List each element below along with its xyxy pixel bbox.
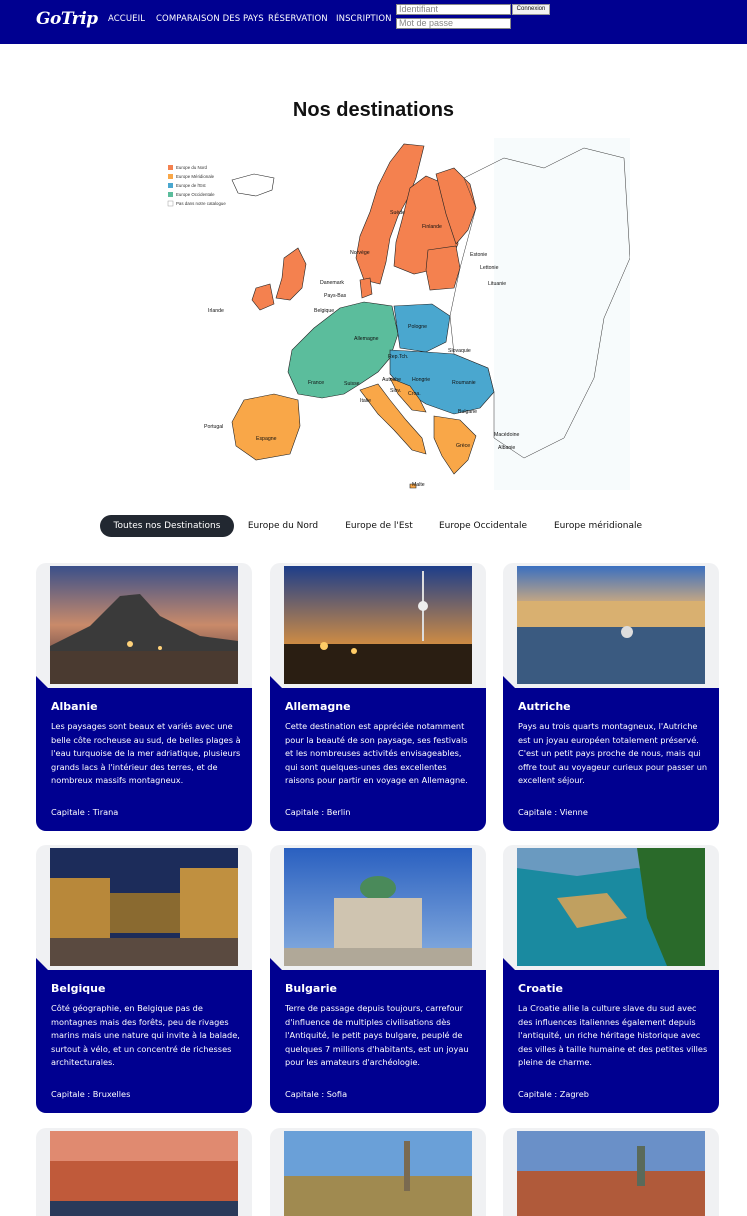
filter-north[interactable]: Europe du Nord bbox=[240, 515, 326, 537]
nav-link-reservation[interactable]: RÉSERVATION bbox=[268, 14, 328, 24]
destination-photo bbox=[517, 1131, 705, 1216]
destination-card-croatie[interactable]: Croatie La Croatie allie la culture slav… bbox=[503, 845, 719, 1113]
destination-card-bulgarie[interactable]: Bulgarie Terre de passage depuis toujour… bbox=[270, 845, 486, 1113]
card-body: Bulgarie Terre de passage depuis toujour… bbox=[270, 970, 486, 1113]
map-label: Lituanie bbox=[488, 281, 506, 287]
map-label: Belgique bbox=[314, 308, 334, 314]
nav-link-accueil[interactable]: ACCUEIL bbox=[108, 14, 145, 24]
map-label: Macédoine bbox=[494, 432, 519, 438]
card-capital: Capitale : Tirana bbox=[51, 807, 119, 817]
destination-card-albanie[interactable]: Albanie Les paysages sont beaux et varié… bbox=[36, 563, 252, 831]
destination-photo bbox=[50, 848, 238, 966]
destination-card-partial[interactable] bbox=[36, 1128, 252, 1216]
destination-card-allemagne[interactable]: Allemagne Cette destination est apprécié… bbox=[270, 563, 486, 831]
map-label: Lettonie bbox=[480, 265, 499, 271]
card-body: Allemagne Cette destination est apprécié… bbox=[270, 688, 486, 831]
nav-link-inscription[interactable]: INSCRIPTION bbox=[336, 14, 392, 24]
card-body: Croatie La Croatie allie la culture slav… bbox=[503, 970, 719, 1113]
card-body: Belgique Côté géographie, en Belgique pa… bbox=[36, 970, 252, 1113]
map-label: Autriche bbox=[382, 377, 401, 383]
map-label: Bulgarie bbox=[458, 409, 477, 415]
card-description: Terre de passage depuis toujours, carref… bbox=[285, 1003, 469, 1067]
card-title: Autriche bbox=[518, 700, 571, 713]
map-label: Finlande bbox=[422, 224, 442, 230]
destination-photo bbox=[50, 1131, 238, 1216]
filter-all[interactable]: Toutes nos Destinations bbox=[100, 515, 234, 537]
legend-label-other: Pas dans notre catalogue bbox=[176, 201, 226, 206]
map-label: Irlande bbox=[208, 308, 224, 314]
card-description: Cette destination est appréciée notammen… bbox=[285, 721, 468, 785]
card-description: Les paysages sont beaux et variés avec u… bbox=[51, 721, 241, 785]
destination-photo bbox=[284, 566, 472, 684]
map-label: Suisse bbox=[344, 381, 360, 387]
map-label: Espagne bbox=[256, 436, 277, 442]
username-input[interactable]: Identifiant bbox=[396, 4, 511, 15]
filter-west[interactable]: Europe Occidentale bbox=[432, 515, 534, 537]
destination-photo bbox=[50, 566, 238, 684]
map-label: Pays-Bas bbox=[324, 293, 347, 299]
map-label: Suède bbox=[390, 210, 405, 216]
map-label: Hongrie bbox=[412, 377, 430, 383]
login-button[interactable]: Connexion bbox=[512, 4, 550, 15]
map-label: Roumanie bbox=[452, 380, 476, 386]
card-title: Bulgarie bbox=[285, 982, 337, 995]
card-title: Allemagne bbox=[285, 700, 351, 713]
map-label: Estonie bbox=[470, 252, 487, 258]
map-label: Slovaquie bbox=[448, 348, 471, 354]
destination-card-partial[interactable] bbox=[503, 1128, 719, 1216]
map-label: Slov. bbox=[390, 388, 401, 394]
card-capital: Capitale : Berlin bbox=[285, 807, 351, 817]
card-description: Côté géographie, en Belgique pas de mont… bbox=[51, 1003, 240, 1067]
destination-card-autriche[interactable]: Autriche Pays au trois quarts montagneux… bbox=[503, 563, 719, 831]
card-title: Croatie bbox=[518, 982, 563, 995]
map-label: Allemagne bbox=[354, 336, 379, 342]
password-input[interactable]: Mot de passe bbox=[396, 18, 511, 29]
map-label: Albanie bbox=[498, 445, 515, 451]
map-label: Rep.Tch. bbox=[388, 354, 408, 360]
page-title: Nos destinations bbox=[292, 99, 455, 121]
destination-photo bbox=[517, 848, 705, 966]
map-label: Italie bbox=[360, 398, 371, 404]
map-label: Danemark bbox=[320, 280, 344, 286]
map-label: France bbox=[308, 380, 324, 386]
map-label: Grèce bbox=[456, 443, 470, 449]
europe-map: Europe du Nord Europe Méridionale Europe… bbox=[164, 138, 630, 490]
legend-label-east: Europe de l'Est bbox=[176, 183, 206, 188]
card-body: Autriche Pays au trois quarts montagneux… bbox=[503, 688, 719, 831]
map-label: Croa. bbox=[408, 391, 421, 397]
top-navbar: GoTrip ACCUEIL COMPARAISON DES PAYS RÉSE… bbox=[0, 0, 747, 44]
legend-label-south: Europe Méridionale bbox=[176, 174, 215, 179]
filter-east[interactable]: Europe de l'Est bbox=[336, 515, 422, 537]
legend-label-north: Europe du Nord bbox=[176, 165, 208, 170]
destination-card-belgique[interactable]: Belgique Côté géographie, en Belgique pa… bbox=[36, 845, 252, 1113]
legend-label-west: Europe Occidentale bbox=[176, 192, 215, 197]
logo[interactable]: GoTrip bbox=[36, 9, 98, 29]
card-title: Albanie bbox=[51, 700, 98, 713]
map-label: Portugal bbox=[204, 424, 223, 430]
card-capital: Capitale : Zagreb bbox=[518, 1089, 589, 1099]
card-capital: Capitale : Vienne bbox=[518, 807, 588, 817]
card-capital: Capitale : Bruxelles bbox=[51, 1089, 131, 1099]
map-label: Norvège bbox=[350, 250, 370, 256]
nav-link-comparaison[interactable]: COMPARAISON DES PAYS bbox=[156, 14, 264, 24]
card-title: Belgique bbox=[51, 982, 106, 995]
card-body: Albanie Les paysages sont beaux et varié… bbox=[36, 688, 252, 831]
destination-photo bbox=[284, 1131, 472, 1216]
map-label: Pologne bbox=[408, 324, 427, 330]
destination-photo bbox=[284, 848, 472, 966]
card-description: Pays au trois quarts montagneux, l'Autri… bbox=[518, 721, 708, 785]
card-capital: Capitale : Sofia bbox=[285, 1089, 348, 1099]
destination-card-partial[interactable] bbox=[270, 1128, 486, 1216]
card-description: La Croatie allie la culture slave du sud… bbox=[518, 1003, 708, 1067]
filter-south[interactable]: Europe méridionale bbox=[546, 515, 650, 537]
destination-photo bbox=[517, 566, 705, 684]
map-label: Malte bbox=[412, 482, 425, 488]
